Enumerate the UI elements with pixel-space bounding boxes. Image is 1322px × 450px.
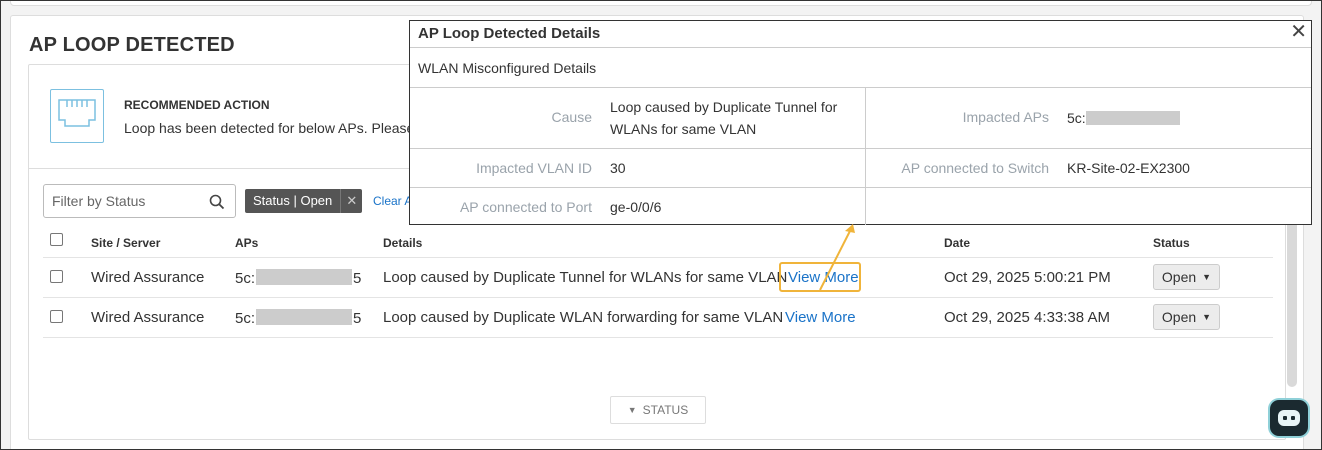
chatbot-icon[interactable] (1270, 400, 1308, 436)
callout-arrow (819, 224, 855, 291)
